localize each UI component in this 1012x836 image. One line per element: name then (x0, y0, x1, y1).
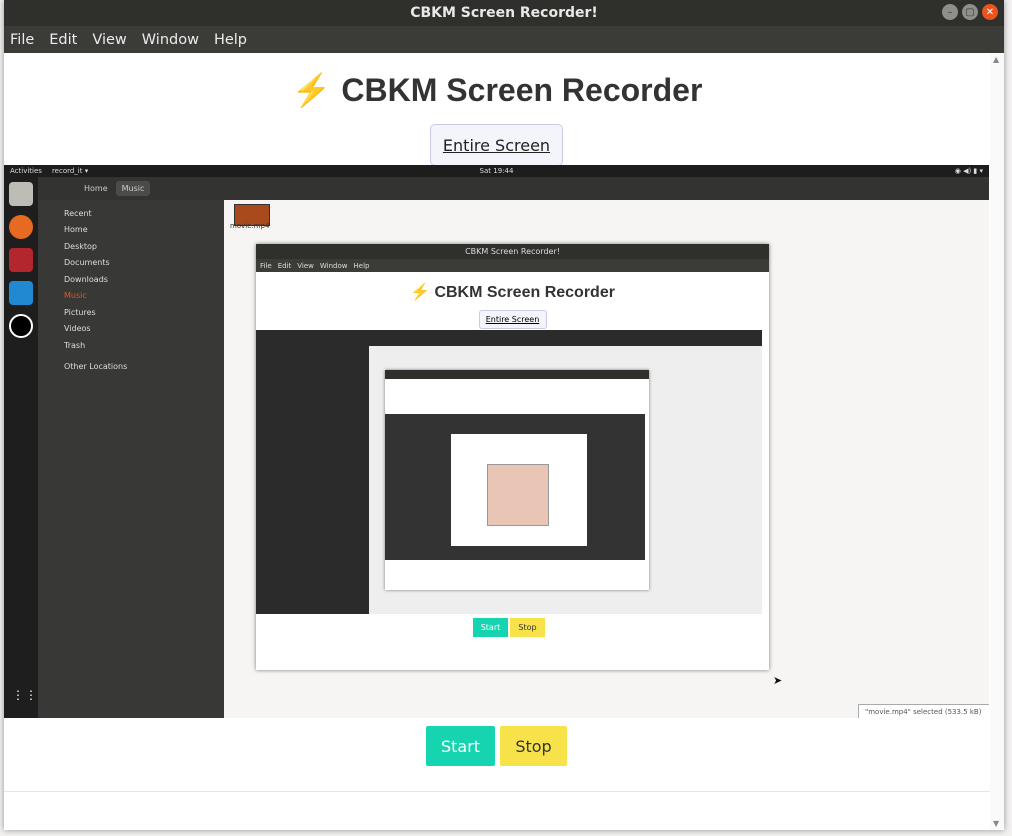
divider (4, 791, 990, 792)
preview-sidebar-item: Pictures (64, 307, 96, 317)
preview-sidebar-item: Trash (64, 340, 86, 350)
window-controls: – ▢ ✕ (942, 4, 998, 20)
nested-buttons: Start Stop (473, 618, 545, 637)
close-button[interactable]: ✕ (982, 4, 998, 20)
menu-file[interactable]: File (10, 32, 34, 48)
preview-sidebar-item: Desktop (64, 241, 97, 251)
vertical-scrollbar[interactable]: ▲ ▼ (990, 53, 1004, 830)
nested-menu-item: View (297, 261, 314, 270)
nested-start-button: Start (473, 618, 508, 637)
entire-screen-button[interactable]: Entire Screen (430, 124, 563, 166)
preview-files-area: movie.mp4 CBKM Screen Recorder! File Edi… (224, 200, 989, 718)
preview-sidebar: Recent Home Desktop Documents Downloads … (38, 200, 224, 718)
minimize-button[interactable]: – (942, 4, 958, 20)
nested-inner-window (385, 370, 649, 590)
nested-title: CBKM Screen Recorder! (256, 244, 769, 259)
nested-stop-button: Stop (510, 618, 545, 637)
preview-sidebar-item: Home (64, 225, 88, 235)
video-preview: Activities record_it ▾ Sat 19:44 ◉ ◀) ▮ … (4, 165, 989, 718)
preview-tray-icons: ◉ ◀) ▮ ▾ (954, 167, 983, 175)
menu-help[interactable]: Help (214, 32, 247, 48)
nested-menu-item: Help (353, 261, 370, 270)
preview-dock: ⋮⋮⋮ (4, 177, 51, 718)
preview-sidebar-item: Downloads (64, 274, 108, 284)
preview-topbar: Activities record_it ▾ Sat 19:44 ◉ ◀) ▮ … (4, 165, 989, 177)
preview-clock: Sat 19:44 (479, 167, 514, 175)
nested-menu-item: Window (319, 261, 348, 270)
preview-sidebar-item: Videos (64, 324, 91, 334)
nested-recorder-window: CBKM Screen Recorder! File Edit View Win… (256, 244, 769, 670)
vscode-icon (9, 281, 33, 305)
heading-text: CBKM Screen Recorder (341, 72, 703, 108)
preview-fm-header: Home Music (38, 177, 989, 200)
firefox-icon (9, 215, 33, 239)
window-title: CBKM Screen Recorder! (410, 5, 598, 21)
page-title: ⚡ CBKM Screen Recorder (4, 71, 990, 109)
menu-window[interactable]: Window (142, 32, 199, 48)
scroll-down-icon[interactable]: ▼ (993, 819, 999, 828)
nested-heading-text: CBKM Screen Recorder (434, 284, 615, 301)
mouse-cursor-icon: ➤ (773, 674, 783, 687)
nested-menu-item: Edit (277, 261, 292, 270)
nested-entire-screen-button: Entire Screen (478, 310, 547, 329)
menu-edit[interactable]: Edit (49, 32, 77, 48)
title-bar: CBKM Screen Recorder! – ▢ ✕ (4, 0, 1004, 26)
nested-menu-item: File (260, 261, 272, 270)
preview-file-name: movie.mp4 (230, 222, 270, 230)
preview-sidebar-item: Music (64, 291, 87, 301)
preview-crumb-music: Music (115, 181, 151, 196)
rt-icon (9, 314, 33, 338)
app-window: CBKM Screen Recorder! – ▢ ✕ File Edit Vi… (4, 0, 1004, 830)
start-button[interactable]: Start (426, 726, 495, 766)
scroll-up-icon[interactable]: ▲ (993, 55, 999, 64)
bolt-icon: ⚡ (291, 72, 332, 108)
app-red-icon (9, 248, 33, 272)
preview-sidebar-item: Documents (64, 258, 110, 268)
stop-button[interactable]: Stop (500, 726, 567, 766)
nested-fm (369, 346, 762, 614)
preview-sidebar-item: Recent (64, 208, 92, 218)
maximize-button[interactable]: ▢ (962, 4, 978, 20)
app-content: ⚡ CBKM Screen Recorder Entire Screen Acti… (4, 53, 1004, 830)
nested-bolt-icon: ⚡ (410, 284, 430, 301)
files-icon (9, 182, 33, 206)
apps-grid-icon: ⋮⋮⋮ (12, 688, 51, 702)
preview-sidebar-item: Other Locations (64, 362, 128, 372)
nested-heading: ⚡ CBKM Screen Recorder (256, 282, 769, 302)
preview-crumb-home: Home (84, 184, 108, 193)
nested-preview (256, 330, 762, 614)
menu-bar: File Edit View Window Help (4, 26, 1004, 53)
menu-view[interactable]: View (92, 32, 126, 48)
nested-menu: File Edit View Window Help (256, 259, 769, 272)
preview-status: "movie.mp4" selected (533.5 kB) (858, 704, 989, 718)
